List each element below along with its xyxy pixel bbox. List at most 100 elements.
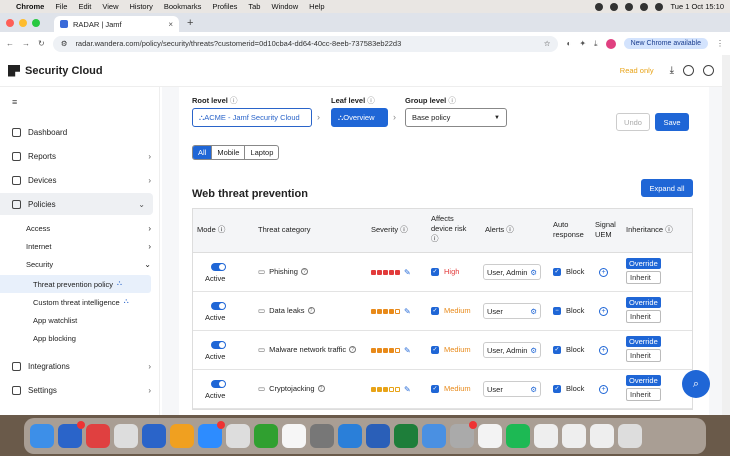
extensions-puzzle-icon[interactable]: ✦ (579, 39, 586, 48)
dock-app-icon[interactable] (170, 424, 194, 448)
browser-tab[interactable]: RADAR | Jamf × (54, 16, 179, 32)
leaf-level-select[interactable]: ⛬ Overview (331, 108, 388, 127)
dock-app-icon[interactable] (282, 424, 306, 448)
gear-icon[interactable]: ⚙ (530, 307, 537, 316)
status-icon[interactable] (610, 2, 619, 11)
inherit-button[interactable]: Inherit (626, 349, 661, 362)
alerts-select[interactable]: User, Admin ⚙ (483, 342, 541, 358)
add-signal-icon[interactable]: + (599, 268, 608, 277)
sidebar-item-internet[interactable]: Internet › (0, 237, 159, 255)
menu-app[interactable]: Chrome (16, 2, 44, 11)
dock-app-icon[interactable] (142, 424, 166, 448)
clock[interactable]: Tue 1 Oct 15:10 (670, 2, 724, 11)
dock-app-icon[interactable] (114, 424, 138, 448)
sidebar-item-policies[interactable]: Policies ⌄ (0, 193, 153, 215)
help-icon[interactable]: ? (307, 307, 315, 314)
dock-app-icon[interactable] (226, 424, 250, 448)
status-icon[interactable] (625, 2, 634, 11)
alerts-select[interactable]: User ⚙ (483, 303, 541, 319)
dock-app-icon[interactable] (534, 424, 558, 448)
alerts-select[interactable]: User ⚙ (483, 381, 541, 397)
risk-checkbox[interactable]: ✓ (431, 384, 439, 393)
mode-toggle[interactable] (211, 341, 226, 349)
alerts-select[interactable]: User, Admin ⚙ (483, 264, 541, 280)
close-window-icon[interactable] (6, 18, 14, 27)
reload-icon[interactable]: ↻ (38, 39, 45, 48)
response-checkbox[interactable]: ✓ (553, 384, 561, 393)
risk-checkbox[interactable]: ✓ (431, 345, 439, 354)
menu-view[interactable]: View (102, 2, 118, 11)
sidebar-item-app-blocking[interactable]: App blocking (0, 329, 159, 347)
dock-app-icon[interactable] (338, 424, 362, 448)
menu-tab[interactable]: Tab (248, 2, 260, 11)
account-icon[interactable] (703, 65, 714, 76)
filter-mobile[interactable]: Mobile (212, 146, 246, 159)
maximize-window-icon[interactable] (32, 18, 40, 27)
override-button[interactable]: Override (626, 258, 661, 269)
gear-icon[interactable]: ⚙ (530, 268, 537, 277)
profile-avatar[interactable] (605, 38, 616, 49)
expand-all-button[interactable]: Expand all (641, 179, 693, 197)
edit-pencil-icon[interactable]: ✎ (404, 346, 411, 355)
dock-app-icon[interactable] (254, 424, 278, 448)
minimize-window-icon[interactable] (19, 18, 27, 27)
add-signal-icon[interactable]: + (599, 307, 608, 316)
menu-window[interactable]: Window (271, 2, 298, 11)
risk-checkbox[interactable]: ✓ (431, 267, 439, 276)
add-signal-icon[interactable]: + (599, 346, 608, 355)
new-tab-icon[interactable]: + (187, 17, 193, 29)
mode-toggle[interactable] (211, 263, 226, 271)
new-chrome-button[interactable]: New Chrome available (623, 38, 708, 49)
help-icon[interactable]: ? (349, 346, 357, 353)
inherit-button[interactable]: Inherit (626, 271, 661, 284)
root-level-select[interactable]: ⛬ ACME - Jamf Security Cloud (192, 108, 312, 127)
search-assistant-icon[interactable]: ⌕ (682, 370, 710, 398)
edit-pencil-icon[interactable]: ✎ (404, 268, 411, 277)
search-icon[interactable] (655, 2, 664, 11)
dock-app-icon[interactable] (590, 424, 614, 448)
app-logo[interactable]: Security Cloud (8, 64, 103, 77)
save-button[interactable]: Save (655, 113, 689, 131)
override-button[interactable]: Override (626, 297, 661, 308)
gear-icon[interactable]: ⚙ (530, 346, 537, 355)
extension-icon[interactable]: ◐ (566, 39, 571, 48)
sidebar-item-security[interactable]: Security ⌄ (0, 255, 159, 273)
site-info-icon[interactable]: ⚙ (61, 39, 68, 48)
response-checkbox[interactable]: − (553, 306, 561, 315)
undo-button[interactable]: Undo (616, 113, 650, 131)
dock-app-icon[interactable] (450, 421, 477, 448)
sidebar-item-access[interactable]: Access › (0, 219, 159, 237)
hamburger-menu-icon[interactable]: ≡ (12, 97, 159, 107)
sidebar-item-custom-threat-intel[interactable]: Custom threat intelligence ⛬ (0, 293, 159, 311)
url-bar[interactable]: ⚙ radar.wandera.com/policy/security/thre… (52, 35, 559, 52)
response-checkbox[interactable]: ✓ (553, 345, 561, 354)
edit-pencil-icon[interactable]: ✎ (404, 307, 411, 316)
url-text[interactable]: radar.wandera.com/policy/security/threat… (75, 39, 401, 48)
back-icon[interactable]: ← (6, 39, 14, 48)
sidebar-item-reports[interactable]: Reports › (0, 145, 159, 167)
help-icon[interactable]: ? (317, 385, 325, 392)
help-icon[interactable] (683, 65, 694, 76)
dock-app-icon[interactable] (366, 424, 390, 448)
close-tab-icon[interactable]: × (168, 20, 173, 29)
dock-app-icon[interactable] (562, 424, 586, 448)
override-button[interactable]: Override (626, 336, 661, 347)
risk-checkbox[interactable]: ✓ (431, 306, 439, 315)
menu-profiles[interactable]: Profiles (212, 2, 237, 11)
help-icon[interactable]: ? (300, 268, 308, 275)
dock-app-icon[interactable] (310, 424, 334, 448)
sidebar-item-threat-prevention[interactable]: Threat prevention policy ⛬ (0, 275, 151, 293)
wifi-icon[interactable] (640, 2, 649, 11)
download-report-icon[interactable]: ⤓ (670, 65, 674, 76)
menu-bookmarks[interactable]: Bookmarks (164, 2, 202, 11)
menu-history[interactable]: History (130, 2, 153, 11)
response-checkbox[interactable]: ✓ (553, 267, 561, 276)
dock-app-icon[interactable] (86, 424, 110, 448)
dock-app-icon[interactable] (30, 424, 54, 448)
dock-app-icon[interactable] (58, 421, 85, 448)
dock-app-icon[interactable] (506, 424, 530, 448)
status-icon[interactable] (595, 2, 604, 11)
add-signal-icon[interactable]: + (599, 385, 608, 394)
gear-icon[interactable]: ⚙ (530, 385, 537, 394)
inherit-button[interactable]: Inherit (626, 310, 661, 323)
